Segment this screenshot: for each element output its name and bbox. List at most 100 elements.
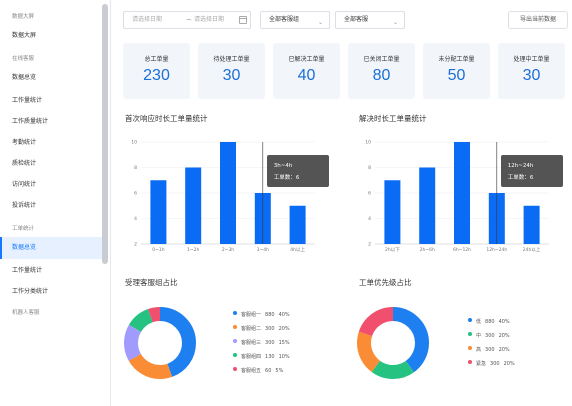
legend-item: 高 300 20% [468, 346, 510, 354]
y-tick-label: 10 [131, 140, 137, 146]
tooltip-row: 工单数：6 [274, 172, 329, 184]
legend-name: 中 [476, 333, 482, 339]
x-tick-label: 24h以上 [523, 246, 541, 253]
stat-value: 40 [297, 67, 316, 84]
start-date-input[interactable]: 请选择日期 [132, 12, 162, 28]
sidebar-item[interactable]: 考勤统计 [0, 132, 102, 154]
sidebar-item[interactable]: 工作分类统计 [0, 281, 102, 303]
y-tick-label: 10 [365, 140, 371, 146]
y-tick-label: 2 [368, 242, 371, 248]
legend-pct: 5% [275, 368, 284, 374]
y-tick-label: 8 [368, 165, 371, 171]
stat-value: 80 [372, 67, 391, 84]
legend-name: 低 [476, 319, 482, 325]
sidebar-item[interactable]: 数据总览 [0, 237, 102, 259]
x-tick-label: 3~4h [257, 247, 269, 253]
x-tick-label: 6h~12h [453, 247, 471, 253]
legend-item: 中 300 20% [468, 332, 510, 340]
sidebar-scrollbar[interactable] [102, 4, 108, 264]
stat-label: 已解决工单量 [288, 56, 325, 63]
sidebar-item[interactable]: 投诉统计 [0, 195, 102, 217]
legend-pct: 15% [278, 340, 290, 346]
sidebar-group-label: 机器人客服 [12, 310, 40, 316]
x-tick-label: 2h~6h [420, 247, 435, 253]
sidebar-item[interactable]: 工作量统计 [0, 90, 102, 112]
legend-pct: 40% [278, 312, 290, 318]
legend-item: 客服组一 880 40% [233, 311, 290, 319]
legend-count: 130 [265, 354, 275, 360]
stat-label: 待处理工单量 [213, 56, 250, 63]
legend-name: 高 [476, 347, 482, 353]
legend-count: 300 [490, 361, 500, 367]
first-response-bar-chart: 2 4 6 8 10 0~1h 1~2h 2~3h 3~4h 4h以上 3h~4h 工单数：6 [127, 138, 329, 258]
legend-pct: 20% [498, 333, 510, 339]
legend-pct: 20% [498, 347, 510, 353]
tooltip-title: 3h~4h [273, 163, 293, 169]
export-button[interactable]: 导出当前数据 [508, 11, 568, 29]
bar [150, 180, 167, 244]
legend-item: 客服组四 130 10% [233, 353, 290, 361]
end-date-input[interactable]: 请选择日期 [194, 12, 224, 28]
legend-count: 300 [485, 347, 495, 353]
sidebar-item[interactable]: 数据大屏 [0, 25, 102, 47]
sidebar-item[interactable]: 工作质量统计 [0, 111, 102, 133]
legend-dot-icon [468, 318, 472, 322]
bar [220, 142, 236, 244]
sidebar-item[interactable]: 访问统计 [0, 174, 102, 196]
legend-dot-icon [468, 360, 472, 364]
stat-label: 未分配工单量 [438, 56, 475, 63]
y-tick-label: 4 [134, 216, 137, 222]
date-separator: ~ [186, 16, 192, 24]
stat-value: 30 [522, 67, 541, 84]
date-range-picker[interactable]: 请选择日期 ~ 请选择日期 [123, 11, 251, 29]
stat-card: 已关闭工单量 80 [348, 43, 415, 99]
chart-title: 受理客服组占比 [125, 278, 178, 287]
stat-value: 30 [222, 67, 241, 84]
legend-name: 客服组四 [241, 354, 262, 360]
y-tick-label: 8 [134, 165, 137, 171]
stat-card: 待处理工单量 30 [198, 43, 265, 99]
legend-count: 300 [265, 340, 275, 346]
y-tick-label: 2 [134, 242, 137, 248]
legend-pct: 20% [503, 361, 515, 367]
sidebar-item[interactable]: 数据总览 [0, 67, 102, 89]
tooltip-label: 工单数： [507, 175, 530, 181]
chart-title: 工单优先级占比 [359, 278, 412, 287]
legend-item: 低 880 40% [468, 318, 510, 326]
x-tick-label: 1~2h [187, 247, 199, 253]
tooltip-title: 12h~24h [507, 163, 534, 169]
y-tick-label: 6 [134, 191, 137, 197]
legend-count: 880 [485, 319, 495, 325]
stat-card: 总工单量 230 [123, 43, 190, 99]
legend-item: 客服组五 60 5% [233, 367, 283, 375]
agent-select[interactable]: 全部客服 ⌄ [335, 11, 405, 29]
chart-tooltip: 3h~4h 工单数：6 [266, 155, 329, 187]
tooltip-row: 工单数：6 [508, 172, 563, 184]
tooltip-value: 6 [529, 175, 534, 181]
bar [419, 167, 436, 244]
legend-dot-icon [233, 353, 237, 357]
sidebar: 数据大屏 数据大屏 在线客服 数据总览 工作量统计 工作质量统计 考勤统计 质检统计 访问统计投… [0, 0, 111, 406]
legend-item: 客服组三 300 15% [233, 339, 290, 347]
sidebar-item[interactable]: 质检统计 [0, 153, 102, 175]
stat-card: 已解决工单量 40 [273, 43, 340, 99]
chart-title: 解决时长工单量统计 [359, 114, 427, 123]
stat-value: 230 [143, 67, 170, 84]
legend-dot-icon [468, 346, 472, 350]
main-content: 请选择日期 ~ 请选择日期 全部客服组 ⌄ 全部客服 ⌄ 导出当前数据 总工单量… [111, 0, 572, 406]
bar [384, 180, 401, 244]
bar [289, 205, 306, 244]
donut-svg [124, 307, 196, 379]
bar [454, 142, 470, 244]
stat-label: 已关闭工单量 [363, 56, 400, 63]
stat-card: 处理中工单量 30 [498, 43, 565, 99]
sidebar-item[interactable]: 工作量统计 [0, 260, 102, 282]
legend-dot-icon [233, 325, 237, 329]
calendar-icon [239, 16, 247, 24]
legend-dot-icon [233, 311, 237, 315]
legend-item: 紧急 300 20% [468, 360, 515, 368]
legend-pct: 10% [278, 354, 290, 360]
legend-count: 300 [265, 326, 275, 332]
group-select[interactable]: 全部客服组 ⌄ [260, 11, 330, 29]
legend-name: 客服组三 [241, 340, 262, 346]
